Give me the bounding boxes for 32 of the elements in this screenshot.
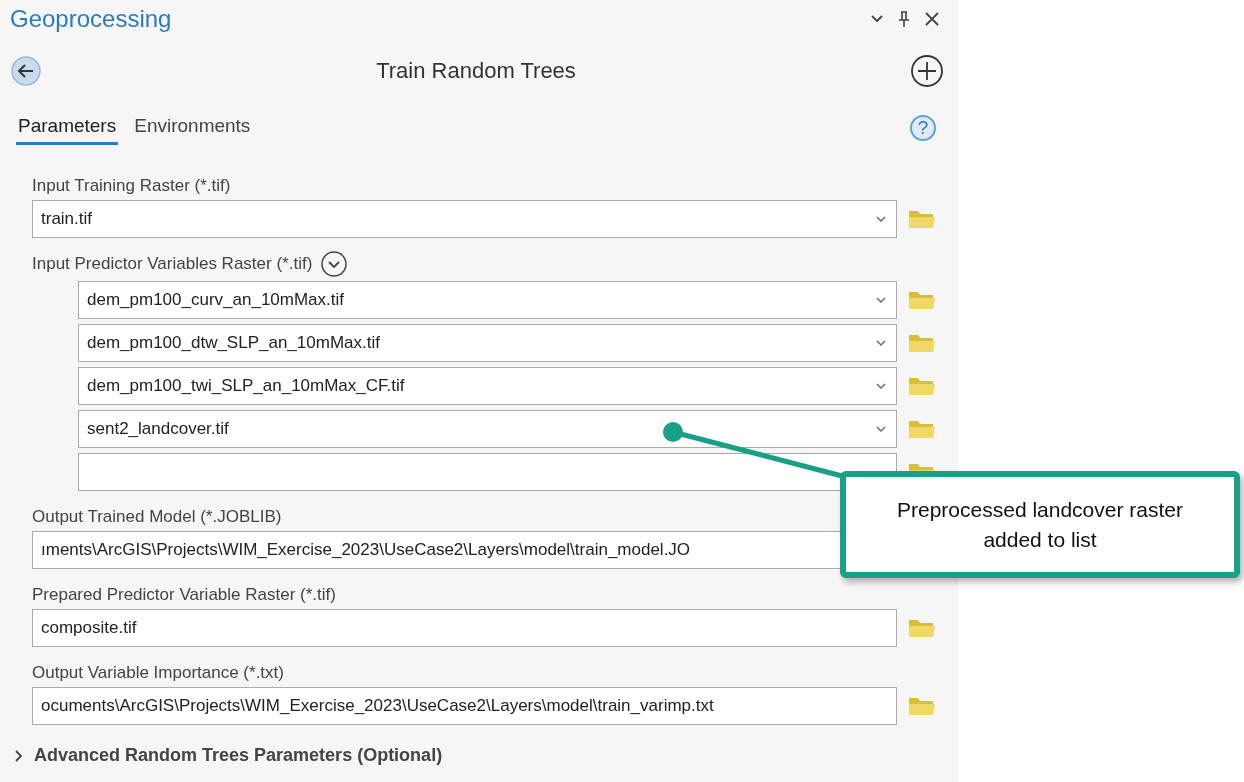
parameter-label: Prepared Predictor Variable Raster (*.tif) [32, 585, 336, 605]
parameter-label: Input Predictor Variables Raster (*.tif) [32, 254, 313, 274]
dropdown-icon[interactable] [870, 14, 884, 24]
chevron-icon[interactable] [876, 296, 886, 304]
callout-text: Preprocessed landcover raster added to list [896, 497, 1184, 553]
path-field[interactable]: ocuments\ArcGIS\Projects\WIM_Exercise_2023\UseCase2\Layers\model\train_varimp.txt [32, 687, 897, 725]
section-header[interactable]: Advanced Random Trees Parameters (Optional) [34, 745, 443, 766]
raster-dropdown[interactable]: train.tif [32, 200, 897, 238]
parameter-label: Output Trained Model (*.JOBLIB) [32, 507, 282, 527]
chevron-icon[interactable] [876, 382, 886, 390]
chevron-icon[interactable] [876, 425, 886, 433]
raster-dropdown[interactable]: sent2_landcover.tif [78, 410, 897, 448]
pin-icon[interactable] [898, 10, 910, 28]
raster-dropdown[interactable]: dem_pm100_dtw_SLP_an_10mMax.tif [78, 324, 897, 362]
pane-title: Geoprocessing [10, 5, 172, 33]
path-field[interactable]: composite.tif [32, 609, 897, 647]
tab[interactable]: Environments [132, 111, 253, 145]
chevron-icon[interactable] [876, 215, 886, 223]
add-icon[interactable] [910, 54, 944, 88]
chevron-icon[interactable] [876, 339, 886, 347]
parameter-label: Output Variable Importance (*.txt) [32, 663, 284, 683]
raster-input-field[interactable] [78, 453, 897, 491]
tool-title: Train Random Trees [376, 58, 576, 84]
help-icon[interactable]: ? [910, 115, 936, 141]
collapse-icon[interactable] [320, 250, 349, 278]
raster-dropdown[interactable]: dem_pm100_curv_an_10mMax.tif [78, 281, 897, 319]
tab[interactable]: Parameters [16, 111, 119, 145]
parameter-label: Input Training Raster (*.tif) [32, 176, 231, 196]
raster-dropdown[interactable]: dem_pm100_twi_SLP_an_10mMax_CF.tif [78, 367, 897, 405]
back-icon[interactable] [10, 55, 42, 87]
expand-icon[interactable] [14, 749, 24, 762]
close-icon[interactable] [924, 11, 940, 27]
